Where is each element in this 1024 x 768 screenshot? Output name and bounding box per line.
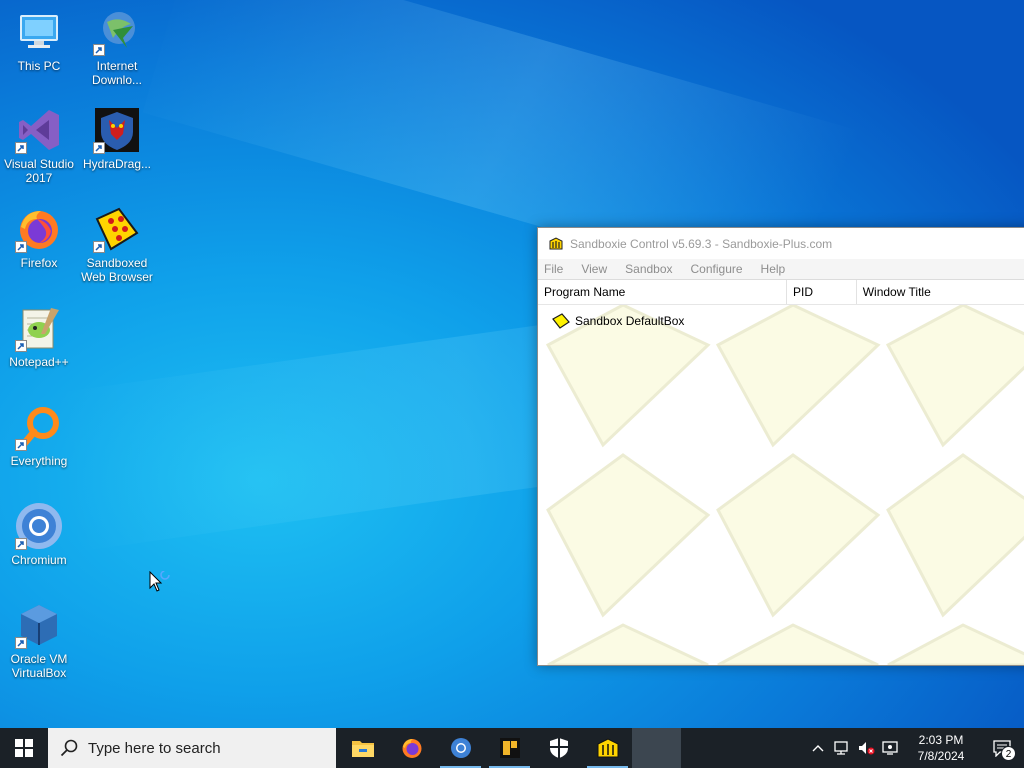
desktop-icon-sandboxed-web-browser[interactable]: Sandboxed Web Browser xyxy=(79,205,155,284)
taskbar-sandboxie[interactable] xyxy=(583,728,632,768)
volume-muted-icon xyxy=(859,742,875,755)
desktop-icon-visual-studio[interactable]: Visual Studio 2017 xyxy=(1,106,77,185)
notepadpp-icon xyxy=(15,304,63,352)
sandbox-row-defaultbox[interactable]: Sandbox DefaultBox xyxy=(552,313,684,329)
desktop-icon-label: Notepad++ xyxy=(9,355,69,369)
file-explorer-icon xyxy=(351,741,374,757)
desktop-icon-label: Visual Studio 2017 xyxy=(4,157,74,185)
action-center-button[interactable]: 2 xyxy=(980,728,1024,768)
window-titlebar[interactable]: Sandboxie Control v5.69.3 - Sandboxie-Pl… xyxy=(538,228,1024,259)
network-icon xyxy=(834,741,848,755)
taskbar-app[interactable] xyxy=(485,728,534,768)
taskbar-clock[interactable]: 2:03 PM 7/8/2024 xyxy=(902,732,980,764)
computer-icon xyxy=(15,8,63,56)
shortcut-arrow-icon xyxy=(15,538,27,550)
shortcut-arrow-icon xyxy=(15,637,27,649)
network-tray-icon[interactable] xyxy=(830,728,854,768)
desktop-icon-label: Internet Downlo... xyxy=(91,59,143,87)
window-title: Sandboxie Control v5.69.3 - Sandboxie-Pl… xyxy=(570,236,833,251)
sandbox-icon xyxy=(552,313,570,329)
menu-configure[interactable]: Configure xyxy=(687,262,751,276)
desktop-icon-label: Sandboxed Web Browser xyxy=(81,256,153,284)
sandbox-background-pattern xyxy=(545,305,1024,665)
sandboxie-icon xyxy=(549,236,563,249)
desktop-icon-label: Chromium xyxy=(11,553,67,567)
idm-icon xyxy=(93,8,141,56)
desktop-icon-label: Everything xyxy=(10,454,68,468)
sandboxed-browser-icon xyxy=(93,205,141,253)
desktop-icon-label: HydraDrag... xyxy=(82,157,152,171)
column-header-program-name[interactable]: Program Name xyxy=(538,280,787,304)
display-icon xyxy=(882,741,898,755)
show-hidden-icons-button[interactable] xyxy=(806,728,830,768)
shortcut-arrow-icon xyxy=(15,439,27,451)
desktop-icon-label: Firefox xyxy=(20,256,58,270)
search-placeholder: Type here to search xyxy=(88,739,221,757)
desktop-icon-internet-download-manager[interactable]: Internet Downlo... xyxy=(79,8,155,87)
process-list[interactable]: Sandbox DefaultBox xyxy=(538,305,1024,665)
virtualbox-icon xyxy=(15,601,63,649)
mouse-cursor-icon xyxy=(149,570,175,600)
taskbar-chromium[interactable] xyxy=(436,728,485,768)
display-tray-icon[interactable] xyxy=(878,728,902,768)
taskbar-security[interactable] xyxy=(534,728,583,768)
taskbar-search-box[interactable]: Type here to search xyxy=(48,728,336,768)
hydradragon-icon xyxy=(93,106,141,154)
desktop-icon-firefox[interactable]: Firefox xyxy=(1,205,77,270)
firefox-icon xyxy=(15,205,63,253)
firefox-icon xyxy=(402,739,421,758)
taskbar-file-explorer[interactable] xyxy=(338,728,387,768)
menu-view[interactable]: View xyxy=(577,262,615,276)
everything-icon xyxy=(15,403,63,451)
menu-sandbox[interactable]: Sandbox xyxy=(621,262,680,276)
windows-logo-icon xyxy=(15,739,33,757)
desktop-icon-notepadpp[interactable]: Notepad++ xyxy=(1,304,77,369)
shortcut-arrow-icon xyxy=(93,241,105,253)
taskbar-blank-app[interactable] xyxy=(632,728,681,768)
system-tray: 2:03 PM 7/8/2024 2 xyxy=(806,728,1024,768)
menu-file[interactable]: File xyxy=(540,262,571,276)
desktop-icon-label: Oracle VM VirtualBox xyxy=(10,652,68,680)
desktop-icon-chromium[interactable]: Chromium xyxy=(1,502,77,567)
column-header-pid[interactable]: PID xyxy=(787,280,857,304)
clock-time: 2:03 PM xyxy=(918,733,964,747)
visual-studio-icon xyxy=(15,106,63,154)
shortcut-arrow-icon xyxy=(15,241,27,253)
shortcut-arrow-icon xyxy=(15,142,27,154)
sandboxie-control-window[interactable]: Sandboxie Control v5.69.3 - Sandboxie-Pl… xyxy=(537,227,1024,666)
desktop-icon-everything[interactable]: Everything xyxy=(1,403,77,468)
app-icon xyxy=(499,738,520,758)
desktop-icon-virtualbox[interactable]: Oracle VM VirtualBox xyxy=(1,601,77,680)
notification-count-badge: 2 xyxy=(1001,746,1016,761)
menu-bar: File View Sandbox Configure Help xyxy=(538,259,1024,279)
search-icon xyxy=(60,739,78,757)
desktop-icon-this-pc[interactable]: This PC xyxy=(1,8,77,73)
desktop-icon-label: This PC xyxy=(17,59,61,73)
chevron-up-icon xyxy=(812,745,824,752)
shortcut-arrow-icon xyxy=(15,340,27,352)
chromium-icon xyxy=(15,502,63,550)
shortcut-arrow-icon xyxy=(93,44,105,56)
start-button[interactable] xyxy=(0,728,48,768)
sandbox-name: Sandbox DefaultBox xyxy=(575,314,685,328)
menu-help[interactable]: Help xyxy=(757,262,794,276)
security-shield-icon xyxy=(549,738,568,758)
taskbar: Type here to search 2:03 PM 7/8/2024 2 xyxy=(0,728,1024,768)
sandboxie-icon xyxy=(597,738,618,758)
chromium-icon xyxy=(450,738,471,758)
desktop-icon-hydradragon[interactable]: HydraDrag... xyxy=(79,106,155,171)
volume-tray-icon[interactable] xyxy=(854,728,878,768)
clock-date: 7/8/2024 xyxy=(917,749,965,763)
column-header-row: Program Name PID Window Title xyxy=(538,279,1024,305)
shortcut-arrow-icon xyxy=(93,142,105,154)
taskbar-firefox[interactable] xyxy=(387,728,436,768)
column-header-window-title[interactable]: Window Title xyxy=(857,280,1024,304)
